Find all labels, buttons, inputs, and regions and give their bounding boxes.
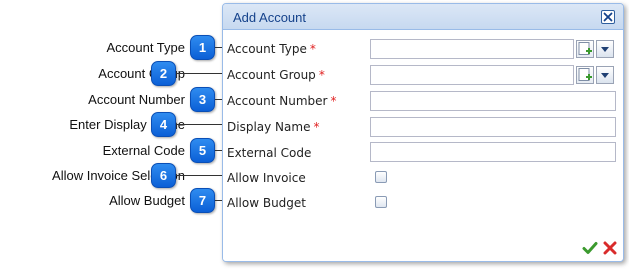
add-new-icon	[578, 42, 592, 55]
account-number-label: Account Number *	[227, 94, 336, 108]
callout-label-allow-budget: Allow Budget	[109, 193, 185, 208]
callout-badge-7: 7	[190, 188, 215, 213]
account-type-input[interactable]	[370, 39, 574, 59]
leader-line	[176, 73, 227, 74]
chevron-down-icon	[601, 72, 609, 78]
callout-badge-2: 2	[151, 61, 176, 86]
add-new-icon	[578, 68, 592, 81]
allow-invoice-checkbox[interactable]	[375, 171, 387, 183]
account-group-input[interactable]	[370, 65, 574, 85]
required-marker: *	[330, 94, 337, 108]
account-group-combo	[370, 65, 616, 85]
external-code-input[interactable]	[370, 142, 616, 162]
callout-label-account-type: Account Type	[106, 40, 185, 55]
account-number-label-text: Account Number	[227, 94, 328, 108]
close-x-icon	[603, 12, 613, 22]
cancel-button[interactable]	[602, 240, 618, 256]
display-name-label-text: Display Name	[227, 120, 311, 134]
account-type-dropdown-button[interactable]	[596, 40, 614, 58]
callout-badge-4: 4	[151, 112, 176, 137]
callout-label-account-number: Account Number	[88, 92, 185, 107]
leader-line	[176, 124, 227, 125]
add-account-dialog: Add Account Account Type * Account Group…	[222, 3, 624, 262]
callout-badge-3: 3	[190, 87, 215, 112]
checkmark-icon	[582, 242, 598, 254]
red-x-icon	[603, 241, 617, 255]
required-marker: *	[309, 42, 316, 56]
account-group-dropdown-button[interactable]	[596, 66, 614, 84]
account-number-input[interactable]	[370, 91, 616, 111]
save-button[interactable]	[582, 240, 598, 256]
account-type-label-text: Account Type	[227, 42, 307, 56]
account-group-add-button[interactable]	[576, 66, 594, 84]
required-marker: *	[313, 120, 320, 134]
account-type-label: Account Type *	[227, 42, 316, 56]
callout-badge-1: 1	[190, 35, 215, 60]
account-group-label: Account Group *	[227, 68, 325, 82]
close-button[interactable]	[601, 10, 615, 24]
allow-invoice-label: Allow Invoice	[227, 171, 306, 185]
allow-budget-checkbox[interactable]	[375, 196, 387, 208]
dialog-body: Account Type * Account Group * Account N…	[223, 31, 623, 261]
account-type-combo	[370, 39, 616, 59]
dialog-title: Add Account	[233, 10, 306, 25]
account-group-label-text: Account Group	[227, 68, 316, 82]
callout-label-external-code: External Code	[102, 143, 185, 158]
display-name-input[interactable]	[370, 117, 616, 137]
display-name-label: Display Name *	[227, 120, 319, 134]
chevron-down-icon	[601, 46, 609, 52]
dialog-title-bar[interactable]: Add Account	[223, 4, 623, 30]
leader-line	[176, 175, 227, 176]
callout-badge-6: 6	[151, 163, 176, 188]
allow-budget-label: Allow Budget	[227, 196, 307, 210]
required-marker: *	[318, 68, 325, 82]
account-type-add-button[interactable]	[576, 40, 594, 58]
external-code-label: External Code	[227, 146, 312, 160]
callout-badge-5: 5	[190, 138, 215, 163]
